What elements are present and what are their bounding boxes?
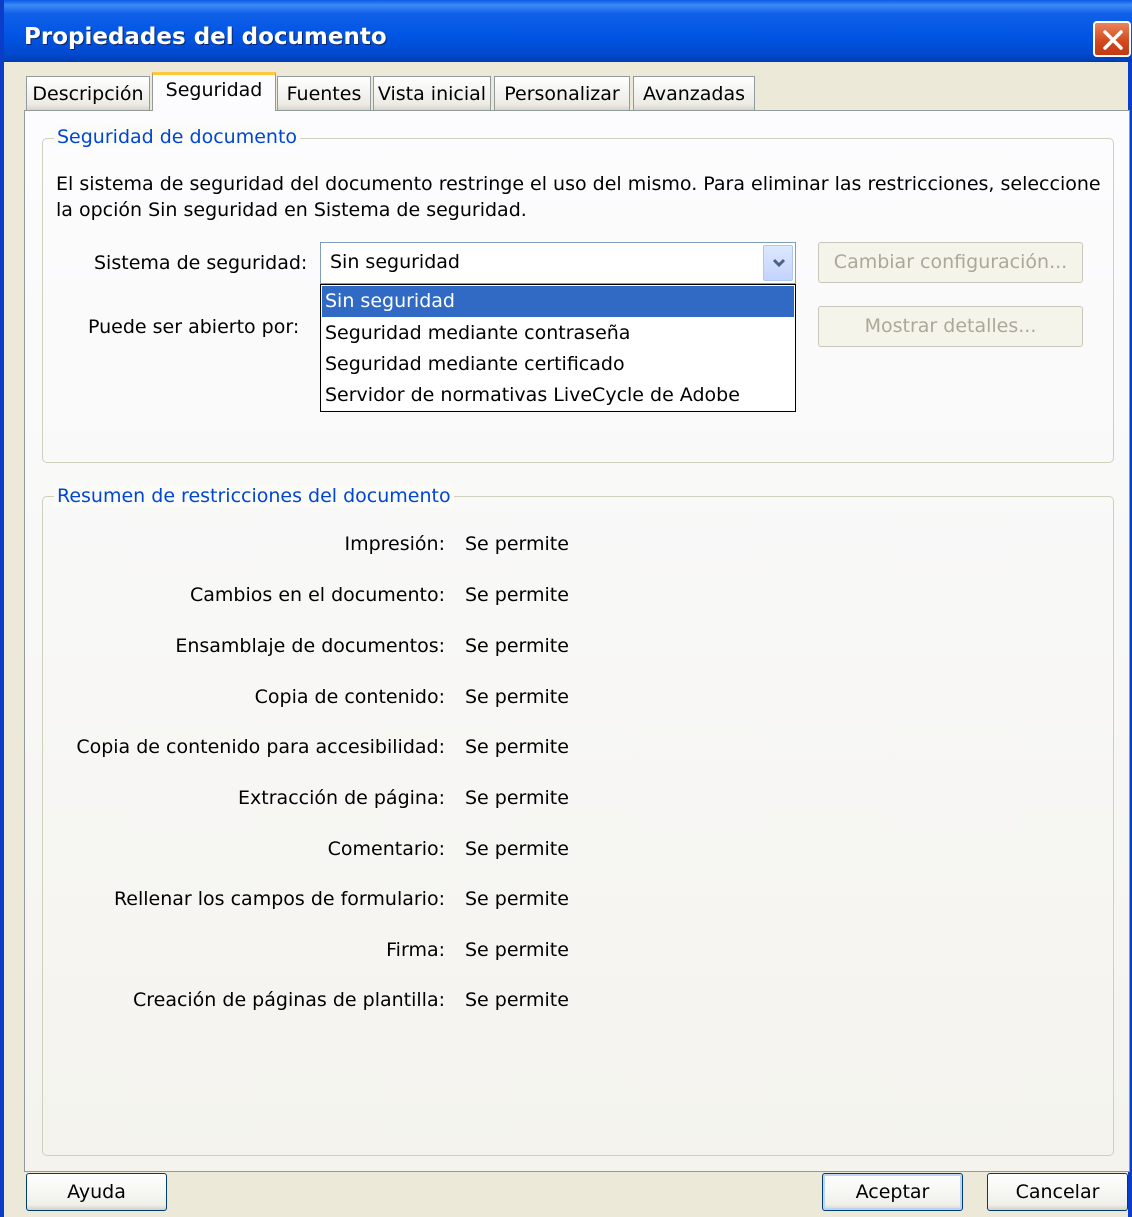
tab-label: Vista inicial <box>377 83 487 105</box>
restriction-value: Se permite <box>465 838 569 860</box>
restriction-label: Rellenar los campos de formulario: <box>113 888 445 910</box>
ok-button[interactable]: Aceptar <box>822 1173 963 1211</box>
tab-fuentes[interactable]: Fuentes <box>277 76 371 111</box>
restriction-label: Creación de páginas de plantilla: <box>132 989 445 1011</box>
option-certificado[interactable]: Seguridad mediante certificado <box>322 349 794 380</box>
window-title: Propiedades del documento <box>24 24 387 50</box>
dialog-window: Propiedades del documento Descripción Se… <box>0 0 1132 1217</box>
title-bar[interactable]: Propiedades del documento <box>4 0 1132 62</box>
open-by-label: Puede ser abierto por: <box>88 316 300 338</box>
restriction-label: Copia de contenido: <box>254 686 445 708</box>
security-system-dropdown: Sin seguridad Seguridad mediante contras… <box>320 284 796 412</box>
tab-avanzadas[interactable]: Avanzadas <box>633 76 755 111</box>
chevron-down-icon <box>772 258 786 268</box>
restrictions-group-legend: Resumen de restricciones del documento <box>54 485 454 507</box>
restriction-label: Cambios en el documento: <box>190 584 445 606</box>
tab-label: Avanzadas <box>642 83 746 105</box>
option-sin-seguridad[interactable]: Sin seguridad <box>322 286 794 317</box>
security-system-select[interactable]: Sin seguridad <box>320 242 796 284</box>
restriction-label: Extracción de página: <box>238 787 445 809</box>
tab-seguridad[interactable]: Seguridad <box>152 72 276 111</box>
restriction-value: Se permite <box>465 888 569 910</box>
show-details-button[interactable]: Mostrar detalles... <box>818 306 1083 347</box>
restriction-label: Impresión: <box>344 533 445 555</box>
restriction-label: Ensamblaje de documentos: <box>175 635 445 657</box>
restriction-value: Se permite <box>465 686 569 708</box>
tab-label: Personalizar <box>504 83 620 105</box>
tab-label: Fuentes <box>286 83 362 105</box>
security-group-legend: Seguridad de documento <box>54 126 301 148</box>
restriction-label: Copia de contenido para accesibilidad: <box>76 736 445 758</box>
option-livecycle[interactable]: Servidor de normativas LiveCycle de Adob… <box>322 380 794 411</box>
close-button[interactable] <box>1093 21 1131 57</box>
dropdown-button[interactable] <box>763 245 793 281</box>
security-description: El sistema de seguridad del documento re… <box>56 173 1101 221</box>
security-system-label: Sistema de seguridad: <box>94 252 308 274</box>
option-contrasena[interactable]: Seguridad mediante contraseña <box>322 318 794 349</box>
close-icon <box>1103 30 1123 50</box>
restriction-value: Se permite <box>465 787 569 809</box>
restriction-value: Se permite <box>465 635 569 657</box>
cancel-button[interactable]: Cancelar <box>987 1173 1128 1211</box>
restriction-value: Se permite <box>465 533 569 555</box>
help-button[interactable]: Ayuda <box>26 1173 167 1211</box>
restriction-label: Firma: <box>386 939 445 961</box>
tab-label: Descripción <box>32 83 144 105</box>
restriction-value: Se permite <box>465 584 569 606</box>
tab-vista-inicial[interactable]: Vista inicial <box>373 76 491 111</box>
restriction-value: Se permite <box>465 989 569 1011</box>
tab-label: Seguridad <box>165 79 263 101</box>
tab-personalizar[interactable]: Personalizar <box>494 76 630 111</box>
restriction-value: Se permite <box>465 736 569 758</box>
change-settings-button[interactable]: Cambiar configuración... <box>818 242 1083 283</box>
restriction-label: Comentario: <box>327 838 445 860</box>
tab-descripcion[interactable]: Descripción <box>26 76 150 111</box>
security-system-value: Sin seguridad <box>330 251 460 273</box>
restriction-value: Se permite <box>465 939 569 961</box>
